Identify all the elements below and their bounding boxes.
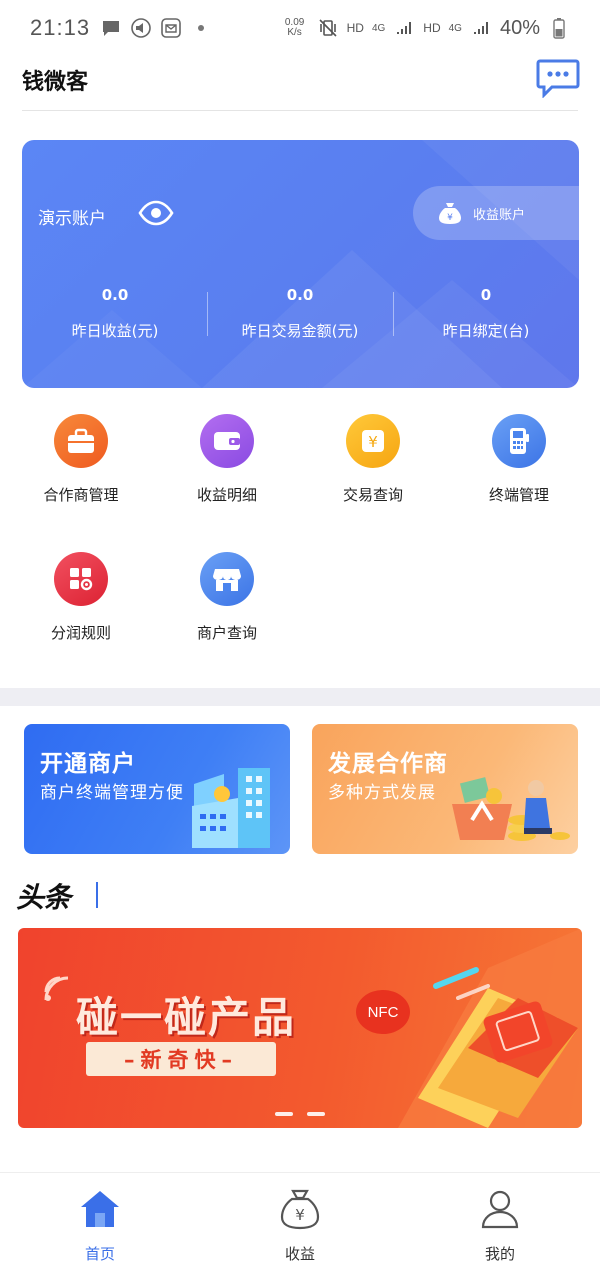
menu-label: 收益明细 [196,486,257,504]
menu-label: 合作商管理 [43,486,119,504]
messages-button[interactable] [536,58,580,99]
eye-icon [138,200,174,226]
home-icon [81,1191,119,1227]
promo-subtitle: 商户终端管理方便 [40,783,184,803]
menu-label: 分润规则 [50,624,111,642]
account-summary-card: 演示账户 ¥ 收益账户 0.0 昨日收益(元) 0.0 昨日交易金额(元) 0 … [22,140,579,388]
nav-home[interactable]: 首页 [40,1187,160,1264]
carousel-dot[interactable] [275,1112,293,1116]
network-type-2: 4G [448,22,462,34]
nav-label: 我的 [484,1245,515,1263]
stat-value: 0 [480,286,492,304]
banner-subtitle: –新奇快– [86,1042,276,1076]
headline-divider [96,882,98,908]
money-bag-icon: ¥ [439,203,461,224]
vibrate-mute-icon [317,17,339,39]
stat-yesterday-earnings: 0.0 昨日收益(元) [22,286,208,341]
section-separator [0,688,600,706]
promo-title: 开通商户 [40,751,136,777]
stat-yesterday-transaction-amount: 0.0 昨日交易金额(元) [207,286,393,341]
hd-indicator-2: HD [423,21,441,35]
svg-text:¥: ¥ [368,433,378,451]
earnings-account-button[interactable]: ¥ 收益账户 [413,186,579,240]
user-icon [481,1190,519,1229]
speaker-notification-icon [130,17,152,39]
stat-value: 0.0 [286,286,314,304]
promo-title: 发展合作商 [328,751,448,777]
signal-strength-icon-2 [470,17,492,39]
network-type-1: 4G [371,22,386,34]
menu-transaction-query[interactable]: ¥ 交易查询 [298,414,448,505]
money-bag-outline-icon: ¥ [280,1189,320,1230]
stat-value: 0.0 [101,286,129,304]
toggle-visibility-button[interactable] [138,198,174,228]
banner-title: 碰一碰产品 [76,993,297,1042]
stat-label: 昨日交易金额(元) [241,322,359,340]
menu-earnings-detail[interactable]: 收益明细 [152,414,302,505]
page-title: 钱微客 [22,70,89,95]
svg-text:¥: ¥ [447,213,453,223]
nav-profile[interactable]: 我的 [440,1187,560,1264]
svg-text:¥: ¥ [295,1206,305,1224]
promo-open-merchant[interactable]: 开通商户 商户终端管理方便 [24,724,290,854]
menu-profit-sharing-rules[interactable]: 分润规则 [6,552,156,643]
more-notifications-dot-icon [190,17,212,39]
nfc-product-banner[interactable]: 碰一碰产品 –新奇快– NFC [18,928,582,1128]
stat-label: 昨日收益(元) [71,322,159,340]
yen-box-icon: ¥ [346,414,400,468]
menu-label: 终端管理 [488,486,549,504]
briefcase-icon [54,414,108,468]
mail-notification-icon [160,17,182,39]
wallet-icon [200,414,254,468]
menu-merchant-query[interactable]: 商户查询 [152,552,302,643]
menu-label: 商户查询 [196,624,257,642]
nav-label: 首页 [84,1245,115,1263]
app-header: 钱微客 [0,56,600,110]
account-name: 演示账户 [38,209,106,229]
battery-icon [548,17,570,39]
promo-subtitle: 多种方式发展 [328,783,436,803]
bottom-navigation: 首页 ¥ 收益 我的 [0,1172,600,1268]
card-background-pattern [22,140,579,388]
carousel-dot[interactable] [307,1112,325,1116]
battery-percent: 40% [499,16,540,39]
header-divider [22,110,578,111]
shop-icon [200,552,254,606]
menu-terminal-management[interactable]: 终端管理 [444,414,594,505]
network-speed: 0.09 K/s [284,17,305,38]
status-bar: 21:13 0.09 K/s HD 4G HD 4G 40% [0,0,600,56]
status-time: 21:13 [30,15,91,40]
chat-bubble-icon [536,59,580,99]
pos-terminal-icon [492,414,546,468]
stat-label: 昨日绑定(台) [442,322,530,340]
chat-notification-icon [100,17,122,39]
nav-label: 收益 [284,1245,315,1263]
earnings-account-label: 收益账户 [473,207,526,223]
menu-label: 交易查询 [342,486,403,504]
nav-earnings[interactable]: ¥ 收益 [240,1187,360,1264]
hd-indicator-1: HD [346,21,364,35]
nfc-badge: NFC [356,990,410,1034]
stat-yesterday-bindings: 0 昨日绑定(台) [393,286,579,341]
grid-settings-icon [54,552,108,606]
promo-develop-partner[interactable]: 发展合作商 多种方式发展 [312,724,578,854]
menu-partner-management[interactable]: 合作商管理 [6,414,156,505]
headline-logo: 头条 [16,881,71,914]
signal-strength-icon-1 [393,17,415,39]
